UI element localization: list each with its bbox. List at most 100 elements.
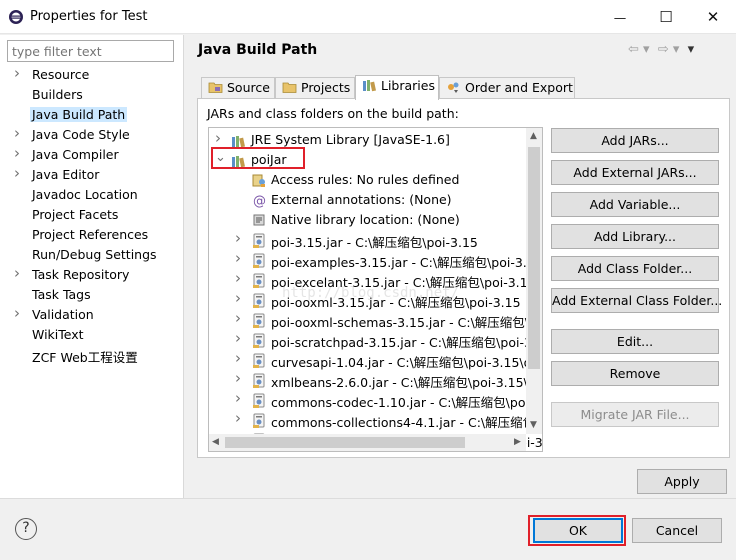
order-export-icon xyxy=(448,82,459,93)
expand-icon[interactable]: › xyxy=(235,329,241,347)
library-action-button[interactable]: Add JARs... xyxy=(551,128,719,153)
expand-icon[interactable]: › xyxy=(235,309,241,327)
tree-row-label: xmlbeans-2.6.0.jar - C:\解压缩包\poi-3.15\oo xyxy=(271,375,543,390)
footer-divider xyxy=(0,498,736,499)
minimize-icon: — xyxy=(613,9,627,25)
minimize-button[interactable]: — xyxy=(597,0,643,34)
nav-item[interactable]: Builders xyxy=(0,85,184,105)
library-action-button[interactable]: Remove xyxy=(551,361,719,386)
tree-row-label: poi-3.15.jar - C:\解压缩包\poi-3.15 xyxy=(271,235,478,250)
nav-item[interactable]: Project References xyxy=(0,225,184,245)
apply-button[interactable]: Apply xyxy=(637,469,727,494)
library-icon xyxy=(231,132,247,148)
tab-projects[interactable]: Projects xyxy=(275,77,355,99)
tab-libraries[interactable]: Libraries xyxy=(355,75,439,100)
tree-row-label: Native library location: (None) xyxy=(271,212,460,227)
build-path-label: JARs and class folders on the build path… xyxy=(207,106,459,121)
nav-item[interactable]: Javadoc Location xyxy=(0,185,184,205)
expand-icon[interactable]: › xyxy=(235,349,241,367)
tree-row-label: JRE System Library [JavaSE-1.6] xyxy=(251,132,450,147)
library-action-button[interactable]: Add Class Folder... xyxy=(551,256,719,281)
nav-item[interactable]: ZCF Web工程设置 xyxy=(0,345,184,365)
expand-icon[interactable]: › xyxy=(235,289,241,307)
maximize-button[interactable]: ☐ xyxy=(643,0,689,34)
vertical-scroll-thumb[interactable] xyxy=(528,147,540,369)
nav-item-label: Task Tags xyxy=(32,287,91,302)
forward-button[interactable]: ⇨ ▾ xyxy=(658,42,680,57)
chevron-right-icon[interactable]: › xyxy=(14,64,20,82)
nav-item-label: ZCF Web工程设置 xyxy=(32,350,138,365)
horizontal-scroll-thumb[interactable] xyxy=(225,437,465,448)
jar-icon xyxy=(251,232,267,248)
expand-icon[interactable]: › xyxy=(235,409,241,427)
tab-projects-label: Projects xyxy=(301,80,351,95)
nav-item[interactable]: Task Tags xyxy=(0,285,184,305)
scroll-right-icon[interactable]: ▶ xyxy=(514,437,521,447)
nav-item[interactable]: Java Build Path xyxy=(0,105,184,125)
nav-item[interactable]: Project Facets xyxy=(0,205,184,225)
jar-icon xyxy=(251,332,267,348)
filter-input[interactable] xyxy=(7,40,174,62)
window-title: Properties for Test xyxy=(30,9,148,24)
jar-icon xyxy=(251,292,267,308)
jar-icon xyxy=(251,272,267,288)
back-button[interactable]: ⇦ ▾ xyxy=(628,42,650,57)
chevron-right-icon[interactable]: › xyxy=(14,124,20,142)
nav-item[interactable]: › Resource xyxy=(0,64,184,85)
chevron-right-icon[interactable]: › xyxy=(14,144,20,162)
expand-icon[interactable]: › xyxy=(235,389,241,407)
nav-item[interactable]: › Task Repository xyxy=(0,264,184,285)
nav-item-label: Java Code Style xyxy=(32,127,130,142)
poijar-highlight-box xyxy=(211,147,305,169)
watermark: http://blog.csdn.net/ xyxy=(282,285,460,301)
tree-row-label: External annotations: (None) xyxy=(271,192,452,207)
close-icon: ✕ xyxy=(706,8,720,26)
annotation-icon: @ xyxy=(251,192,267,209)
page-title: Java Build Path xyxy=(198,42,318,58)
nav-item[interactable]: › Java Code Style xyxy=(0,124,184,145)
view-menu-button[interactable]: ▾ xyxy=(688,42,695,57)
expand-icon[interactable]: › xyxy=(235,229,241,247)
scroll-left-icon[interactable]: ◀ xyxy=(212,437,219,447)
close-button[interactable]: ✕ xyxy=(690,0,736,34)
expand-icon[interactable]: › xyxy=(235,269,241,287)
nav-item[interactable]: › Validation xyxy=(0,304,184,325)
library-action-button[interactable]: Edit... xyxy=(551,329,719,354)
cancel-button[interactable]: Cancel xyxy=(632,518,722,543)
chevron-right-icon[interactable]: › xyxy=(14,264,20,282)
library-action-button: Migrate JAR File... xyxy=(551,402,719,427)
nav-item-label: Project Facets xyxy=(32,207,119,222)
nav-item[interactable]: WikiText xyxy=(0,325,184,345)
tab-source[interactable]: Source xyxy=(201,77,275,99)
expand-icon[interactable]: › xyxy=(215,129,221,147)
nav-item-label: Java Compiler xyxy=(32,147,119,162)
tab-order-and-export-label: Order and Export xyxy=(465,80,573,95)
nav-item-label: WikiText xyxy=(32,327,84,342)
library-action-button[interactable]: Add Library... xyxy=(551,224,719,249)
ok-button[interactable]: OK xyxy=(533,518,623,543)
library-action-button[interactable]: Add Variable... xyxy=(551,192,719,217)
scroll-up-icon[interactable]: ▲ xyxy=(530,131,537,141)
eclipse-app-icon xyxy=(9,10,23,24)
library-action-button[interactable]: Add External JARs... xyxy=(551,160,719,185)
nav-item-label: Javadoc Location xyxy=(32,187,138,202)
help-icon[interactable]: ? xyxy=(15,518,37,540)
nav-item-label: Builders xyxy=(32,87,83,102)
nav-item-label: Task Repository xyxy=(32,267,130,282)
expand-icon[interactable]: › xyxy=(235,249,241,267)
nav-item[interactable]: › Java Editor xyxy=(0,164,184,185)
expand-icon[interactable]: › xyxy=(235,369,241,387)
tab-strip: Source Projects Libraries Order and Expo… xyxy=(197,75,727,100)
source-folder-icon xyxy=(208,82,223,93)
chevron-right-icon[interactable]: › xyxy=(14,164,20,182)
tab-order-and-export[interactable]: Order and Export xyxy=(439,77,575,99)
tree-row-label: poi-scratchpad-3.15.jar - C:\解压缩包\poi-3.… xyxy=(271,335,543,350)
nav-item[interactable]: › Java Compiler xyxy=(0,144,184,165)
scroll-down-icon[interactable]: ▼ xyxy=(530,420,537,430)
svg-text:@: @ xyxy=(253,194,266,208)
nav-item[interactable]: Run/Debug Settings xyxy=(0,245,184,265)
nav-item-label: Java Editor xyxy=(32,167,100,182)
tab-source-label: Source xyxy=(227,80,270,95)
chevron-right-icon[interactable]: › xyxy=(14,304,20,322)
library-action-button[interactable]: Add External Class Folder... xyxy=(551,288,722,313)
